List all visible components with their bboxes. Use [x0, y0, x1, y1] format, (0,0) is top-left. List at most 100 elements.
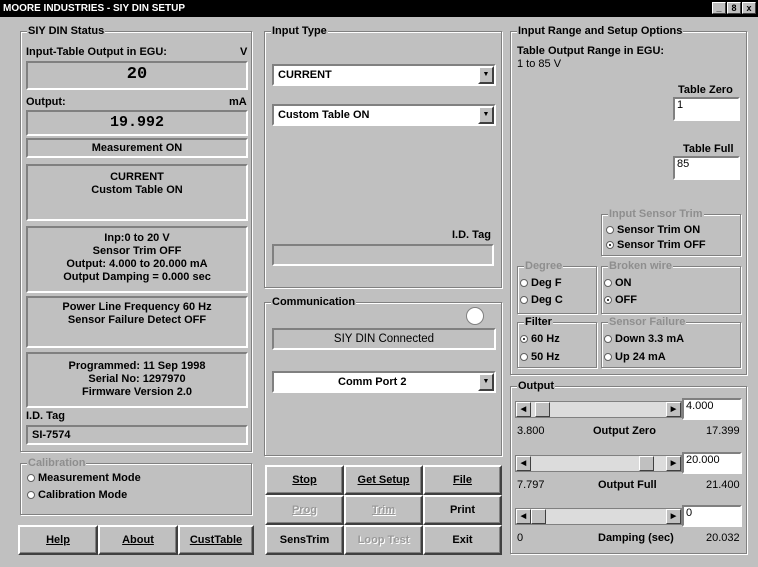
close-button[interactable]: x — [742, 2, 756, 14]
failure-up-label: Up 24 mA — [615, 351, 666, 363]
power-status-line2: Sensor Failure Detect OFF — [67, 314, 207, 326]
damping-max: 20.032 — [706, 532, 740, 544]
measurement-status: Measurement ON — [26, 138, 248, 158]
program-date: Programmed: 11 Sep 1998 — [68, 360, 206, 372]
broken-wire-group-title: Broken wire — [608, 260, 673, 272]
output-group-title: Output — [517, 380, 556, 392]
broken-wire-group: Broken wire — [601, 260, 741, 314]
senstrim-button-label: SensTrim — [279, 534, 330, 546]
exit-button[interactable]: Exit — [423, 525, 502, 555]
range-status-line4: Output Damping = 0.000 sec — [63, 271, 211, 283]
comm-port-select-value: Comm Port 2 — [338, 376, 407, 388]
type-status: CURRENT Custom Table ON — [26, 164, 248, 221]
deg-c-radio[interactable]: Deg C — [520, 294, 563, 306]
broken-wire-on-radio[interactable]: ON — [604, 277, 632, 289]
maximize-button[interactable]: 8 — [727, 2, 741, 14]
table-full-input[interactable]: 85 — [673, 156, 740, 180]
scroll-right-icon[interactable]: ▶ — [666, 456, 681, 471]
broken-wire-off-radio[interactable]: OFF — [604, 294, 637, 306]
broken-wire-on-label: ON — [615, 277, 632, 289]
failure-down-label: Down 3.3 mA — [615, 333, 685, 345]
program-status: Programmed: 11 Sep 1998 Serial No: 12979… — [26, 352, 248, 408]
measurement-mode-radio[interactable]: Measurement Mode — [27, 472, 141, 484]
chevron-down-icon[interactable]: ▼ — [478, 106, 494, 124]
output-full-scrollbar[interactable]: ◀ ▶ — [515, 455, 682, 472]
sensor-trim-off-radio[interactable]: Sensor Trim OFF — [606, 239, 706, 251]
power-status-line1: Power Line Frequency 60 Hz — [62, 301, 212, 313]
type-status-line1: CURRENT — [110, 171, 164, 183]
sensor-trim-group-title: Input Sensor Trim — [608, 208, 704, 220]
file-button[interactable]: File — [423, 465, 502, 495]
trim-button[interactable]: Trim — [344, 495, 423, 525]
print-button[interactable]: Print — [423, 495, 502, 525]
damping-input[interactable]: 0 — [682, 505, 742, 527]
calibration-mode-radio[interactable]: Calibration Mode — [27, 489, 127, 501]
scroll-right-icon[interactable]: ▶ — [666, 509, 681, 524]
output-full-input[interactable]: 20.000 — [682, 452, 742, 474]
type-status-line2: Custom Table ON — [91, 184, 183, 196]
about-button-label: About — [122, 534, 154, 546]
output-zero-thumb[interactable] — [534, 402, 550, 417]
help-button[interactable]: Help — [18, 525, 98, 555]
range-options-group-title: Input Range and Setup Options — [517, 25, 684, 37]
output-full-thumb[interactable] — [639, 456, 654, 471]
scroll-left-icon[interactable]: ◀ — [516, 456, 531, 471]
damping-thumb[interactable] — [531, 509, 546, 524]
scroll-left-icon[interactable]: ◀ — [516, 402, 531, 417]
radio-circle-icon — [604, 279, 612, 287]
get-setup-button[interactable]: Get Setup — [344, 465, 423, 495]
help-button-label: Help — [46, 534, 70, 546]
power-status: Power Line Frequency 60 Hz Sensor Failur… — [26, 296, 248, 348]
filter-group-title: Filter — [524, 316, 553, 328]
table-zero-input[interactable]: 1 — [673, 97, 740, 121]
table-range-label: Table Output Range in EGU: — [517, 45, 665, 57]
radio-circle-icon — [520, 279, 528, 287]
filter-60hz-radio[interactable]: 60 Hz — [520, 333, 560, 345]
chevron-down-icon[interactable]: ▼ — [478, 66, 494, 84]
status-id-value: SI-7574 — [26, 425, 248, 445]
calibration-mode-label: Calibration Mode — [38, 489, 128, 501]
damping-scrollbar[interactable]: ◀ ▶ — [515, 508, 682, 525]
scroll-left-icon[interactable]: ◀ — [516, 509, 531, 524]
stop-button[interactable]: Stop — [265, 465, 344, 495]
input-id-field[interactable] — [272, 244, 494, 266]
output-zero-max: 17.399 — [706, 425, 740, 437]
calibration-group-title: Calibration — [27, 457, 87, 469]
filter-50hz-radio[interactable]: 50 Hz — [520, 351, 560, 363]
failure-up-radio[interactable]: Up 24 mA — [604, 351, 666, 363]
stop-button-label: Stop — [292, 474, 317, 486]
filter-50hz-label: 50 Hz — [531, 351, 560, 363]
custom-table-select[interactable]: Custom Table ON ▼ — [272, 104, 496, 126]
senstrim-button[interactable]: SensTrim — [265, 525, 344, 555]
comm-port-select[interactable]: Comm Port 2 ▼ — [272, 371, 496, 393]
sensor-failure-group-title: Sensor Failure — [608, 316, 687, 328]
radio-selected-icon — [604, 296, 612, 304]
output-zero-input[interactable]: 4.000 — [682, 398, 742, 420]
prog-button[interactable]: Prog — [265, 495, 344, 525]
deg-f-radio[interactable]: Deg F — [520, 277, 562, 289]
about-button[interactable]: About — [98, 525, 178, 555]
radio-selected-icon — [520, 335, 528, 343]
chevron-down-icon[interactable]: ▼ — [478, 373, 494, 391]
loop-test-button-label: Loop Test — [357, 534, 410, 546]
loop-test-button[interactable]: Loop Test — [344, 525, 423, 555]
firmware-version: Firmware Version 2.0 — [81, 386, 193, 398]
minimize-button[interactable]: _ — [712, 2, 726, 14]
custom-table-select-value: Custom Table ON — [278, 109, 370, 121]
radio-circle-icon — [604, 353, 612, 361]
connection-status: SIY DIN Connected — [272, 328, 496, 350]
print-button-label: Print — [449, 504, 476, 516]
output-zero-label: Output Zero — [593, 425, 656, 437]
sensor-trim-on-radio[interactable]: Sensor Trim ON — [606, 224, 700, 236]
status-group-title: SIY DIN Status — [27, 25, 106, 37]
output-label: Output: — [26, 96, 66, 108]
input-type-select[interactable]: CURRENT ▼ — [272, 64, 496, 86]
radio-circle-icon — [604, 335, 612, 343]
custtable-button[interactable]: CustTable — [178, 525, 254, 555]
serial-number: Serial No: 1297970 — [88, 373, 186, 385]
measurement-mode-label: Measurement Mode — [38, 472, 141, 484]
output-display: 19.992 — [26, 110, 248, 136]
output-zero-scrollbar[interactable]: ◀ ▶ — [515, 401, 682, 418]
failure-down-radio[interactable]: Down 3.3 mA — [604, 333, 684, 345]
scroll-right-icon[interactable]: ▶ — [666, 402, 681, 417]
